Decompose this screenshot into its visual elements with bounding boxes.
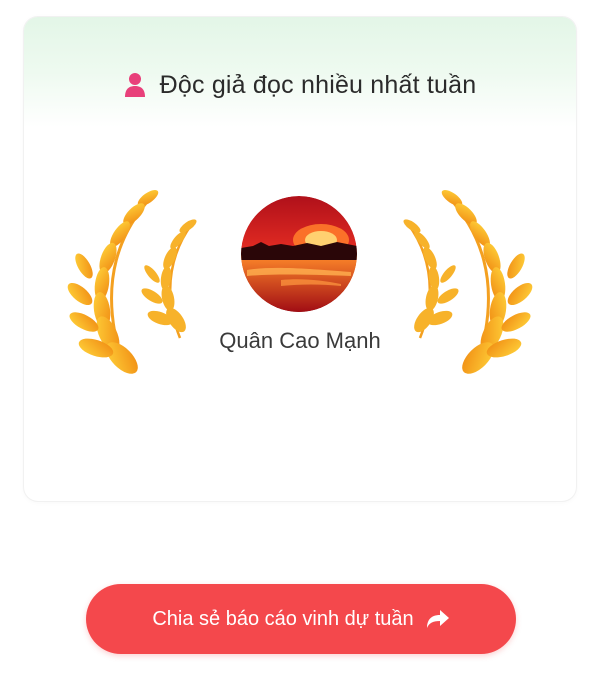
share-arrow-icon	[426, 610, 449, 628]
page: Độc giả đọc nhiều nhất tuần Quân Cao Mạn…	[0, 0, 600, 699]
card-title-row: Độc giả đọc nhiều nhất tuần	[24, 65, 576, 105]
share-button-label: Chia sẻ báo cáo vinh dự tuần	[152, 607, 414, 630]
reader-name: Quân Cao Mạnh	[219, 328, 381, 353]
card-title: Độc giả đọc nhiều nhất tuần	[159, 70, 477, 99]
share-weekly-honor-button[interactable]: Chia sẻ báo cáo vinh dự tuần	[86, 584, 516, 654]
user-icon	[124, 73, 145, 97]
laurel-left-inner-icon	[141, 219, 197, 339]
reader-avatar[interactable]	[241, 196, 357, 312]
laurel-right-outer-icon	[441, 189, 533, 374]
